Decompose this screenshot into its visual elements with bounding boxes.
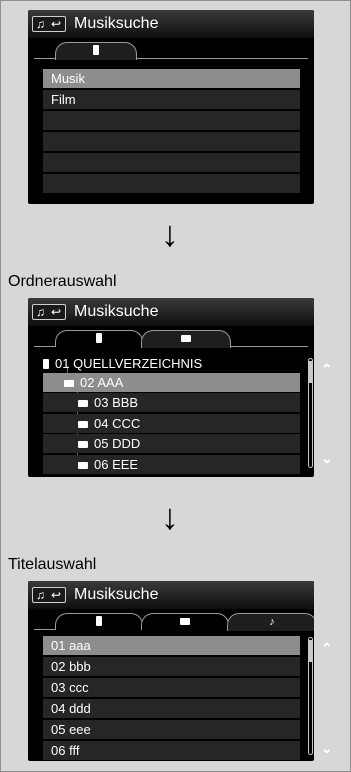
tab-usb[interactable]	[55, 613, 143, 630]
audio-source-icon[interactable]: ♫ ↩	[32, 587, 66, 603]
folder-icon	[78, 421, 88, 428]
list-item-empty	[43, 153, 300, 172]
scroll-down-icon[interactable]: ⌄	[321, 451, 333, 465]
folder-icon	[78, 462, 88, 469]
caption-track-selection: Titelauswahl	[8, 556, 97, 573]
folder-selected[interactable]: 02 AAA	[43, 373, 300, 392]
caption-folder-selection: Ordnerauswahl	[8, 273, 117, 290]
usb-icon	[43, 359, 49, 369]
usb-icon	[96, 616, 102, 626]
screen-title: Musiksuche	[74, 15, 159, 32]
tab-folder[interactable]	[141, 613, 229, 630]
list-item-music[interactable]: Musik	[43, 69, 300, 88]
folder-icon	[78, 441, 88, 448]
back-icon: ↩	[51, 305, 62, 319]
tab-usb[interactable]	[55, 42, 137, 60]
folder-icon	[180, 618, 190, 625]
scrollbar[interactable]	[308, 637, 313, 755]
list-item-film[interactable]: Film	[43, 90, 300, 109]
figure-frame: ♫ ↩ Musiksuche Musik Film ↓ Ordnerauswah…	[0, 0, 351, 772]
folder-icon	[64, 380, 74, 387]
screen-title: Musiksuche	[74, 303, 159, 320]
folder-icon	[181, 335, 191, 342]
scrollbar[interactable]	[308, 358, 313, 468]
usb-icon	[93, 45, 99, 55]
music-note-icon: ♫	[36, 588, 45, 602]
down-arrow-icon: ↓	[161, 496, 179, 537]
folder-root[interactable]: 01 QUELLVERZEICHNIS	[43, 354, 300, 373]
tab-tracks[interactable]: ♪	[227, 613, 314, 631]
scrollbar-thumb[interactable]	[309, 640, 312, 662]
scroll-up-icon[interactable]: ⌃	[321, 641, 333, 655]
folder-item[interactable]: 04 CCC	[43, 414, 300, 433]
track-item[interactable]: 01 aaa	[43, 636, 300, 655]
tab-folder[interactable]	[141, 330, 231, 348]
track-item[interactable]: 02 bbb	[43, 657, 300, 676]
track-note-icon: ♪	[269, 616, 275, 628]
scroll-down-icon[interactable]: ⌄	[321, 741, 333, 755]
back-icon: ↩	[51, 17, 62, 31]
track-item[interactable]: 04 ddd	[43, 699, 300, 718]
folder-item[interactable]: 06 EEE	[43, 455, 300, 474]
music-note-icon: ♫	[36, 305, 45, 319]
track-selection-screen: ♫ ↩ Musiksuche ♪ 01 aaa 02 bbb 03 ccc 04…	[28, 581, 314, 761]
track-item[interactable]: 06 fff	[43, 741, 300, 760]
down-arrow-icon: ↓	[161, 213, 179, 254]
folder-item[interactable]: 05 DDD	[43, 434, 300, 453]
music-search-screen: ♫ ↩ Musiksuche Musik Film	[28, 10, 314, 204]
folder-icon	[78, 400, 88, 407]
audio-source-icon[interactable]: ♫ ↩	[32, 304, 66, 320]
title-bar: ♫ ↩ Musiksuche	[28, 10, 314, 38]
track-item[interactable]: 05 eee	[43, 720, 300, 739]
back-icon: ↩	[51, 588, 62, 602]
music-note-icon: ♫	[36, 17, 45, 31]
folder-selection-screen: ♫ ↩ Musiksuche 01 QUELLVERZEICHNIS 02 AA…	[28, 298, 314, 477]
scrollbar-thumb[interactable]	[309, 361, 312, 383]
list-item-empty	[43, 174, 300, 193]
scroll-up-icon[interactable]: ⌃	[321, 362, 333, 376]
title-bar: ♫ ↩ Musiksuche	[28, 581, 314, 609]
track-item[interactable]: 03 ccc	[43, 678, 300, 697]
usb-icon	[96, 333, 102, 343]
tab-usb[interactable]	[55, 330, 143, 347]
screen-title: Musiksuche	[74, 586, 159, 603]
folder-item[interactable]: 03 BBB	[43, 393, 300, 412]
list-item-empty	[43, 132, 300, 151]
list-item-empty	[43, 111, 300, 130]
title-bar: ♫ ↩ Musiksuche	[28, 298, 314, 326]
audio-source-icon[interactable]: ♫ ↩	[32, 16, 66, 32]
